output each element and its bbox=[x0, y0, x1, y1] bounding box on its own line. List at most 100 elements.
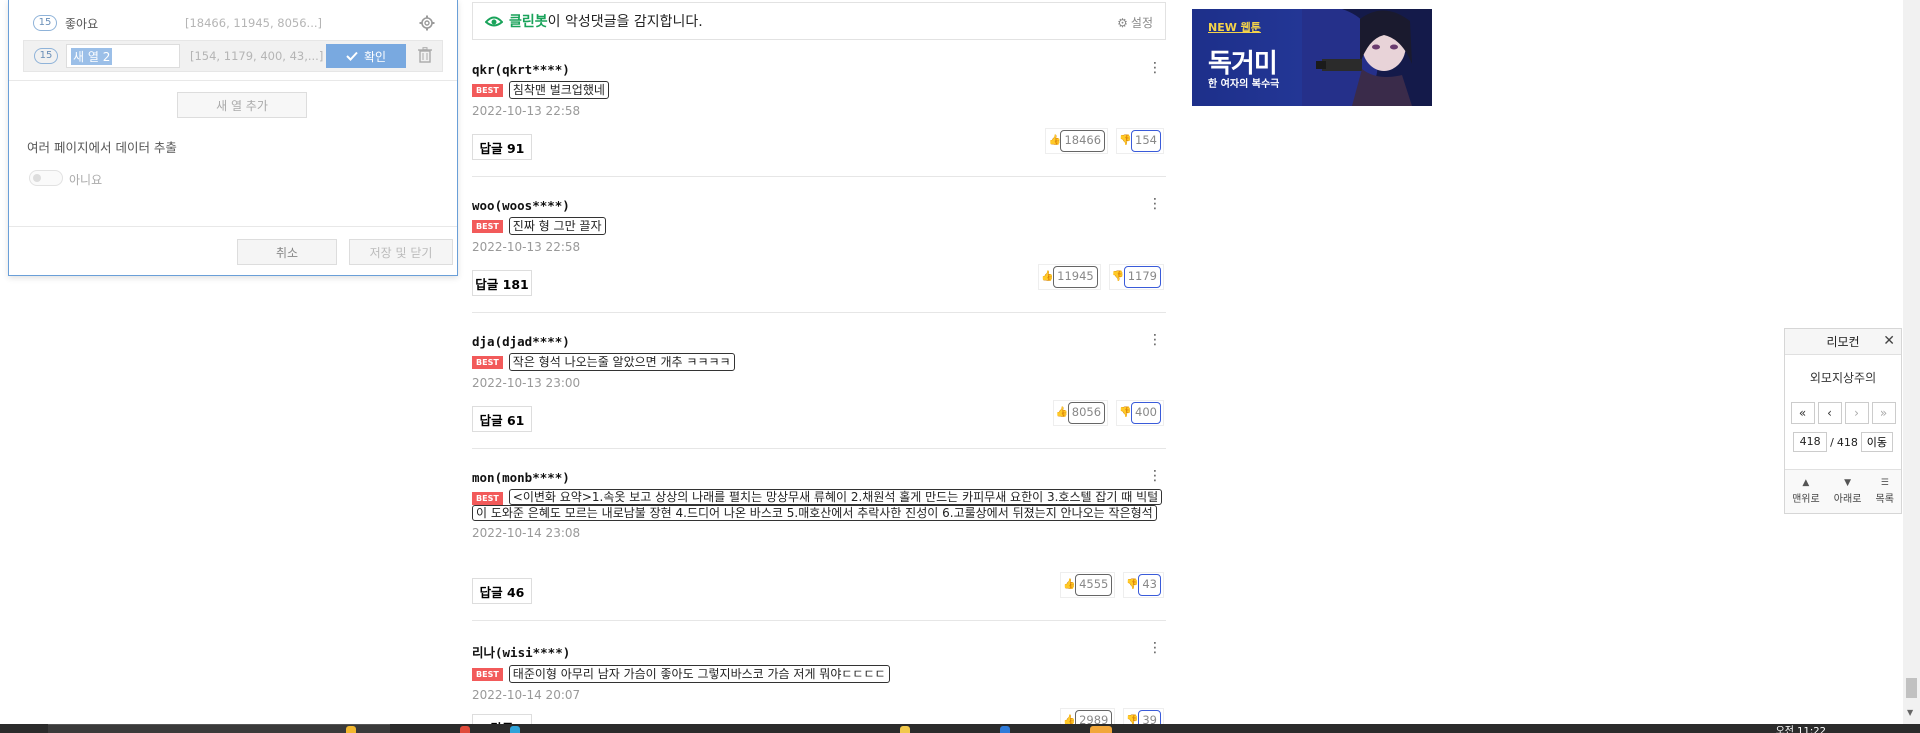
cleanbot-brand: 클린봇 bbox=[509, 14, 548, 30]
dislike-count: 400 bbox=[1131, 402, 1161, 424]
add-column-button[interactable]: 새 열 추가 bbox=[177, 92, 307, 118]
banner-subtitle: 한 여자의 복수극 bbox=[1208, 79, 1280, 90]
comment-text: 진짜 형 그만 끌자 bbox=[508, 217, 606, 235]
like-button[interactable]: 👍 4555 bbox=[1060, 572, 1116, 598]
divider bbox=[472, 312, 1166, 313]
close-icon[interactable]: ✕ bbox=[1883, 333, 1895, 349]
comment-author[interactable]: mon(monb****) bbox=[472, 470, 1166, 485]
app-icon[interactable] bbox=[510, 726, 520, 733]
dislike-count: 1179 bbox=[1123, 266, 1161, 288]
check-icon bbox=[346, 51, 358, 61]
dislike-count: 43 bbox=[1138, 574, 1161, 596]
reply-button[interactable]: 답글 91 bbox=[472, 134, 532, 160]
comment-author[interactable]: qkr(qkrt****) bbox=[472, 62, 1166, 77]
next-page-button[interactable]: › bbox=[1844, 402, 1869, 424]
scroll-down-arrow-icon[interactable]: ▼ bbox=[1907, 708, 1913, 717]
column-preview: [18466, 11945, 8056...] bbox=[185, 16, 322, 30]
multi-page-toggle[interactable] bbox=[29, 170, 63, 186]
best-badge: BEST bbox=[472, 492, 503, 505]
like-count: 4555 bbox=[1075, 574, 1113, 596]
folder-icon[interactable] bbox=[346, 726, 356, 733]
dislike-button[interactable]: 👎 154 bbox=[1116, 128, 1164, 154]
app-icon[interactable] bbox=[1090, 726, 1112, 733]
thumbs-down-icon: 👎 bbox=[1126, 715, 1139, 724]
go-button[interactable]: 이동 bbox=[1860, 432, 1893, 452]
last-page-button[interactable]: » bbox=[1871, 402, 1896, 424]
thumbs-down-icon: 👎 bbox=[1119, 407, 1132, 418]
list-button[interactable]: ☰ 목록 bbox=[1876, 478, 1894, 505]
reply-button[interactable]: 답글 61 bbox=[472, 406, 532, 432]
comment-date: 2022-10-13 22:58 bbox=[472, 240, 581, 254]
prev-page-button[interactable]: ‹ bbox=[1817, 402, 1842, 424]
taskbar-search[interactable] bbox=[48, 724, 390, 733]
divider bbox=[9, 226, 457, 227]
reply-button[interactable]: 답글 181 bbox=[472, 270, 532, 296]
thumbs-up-icon: 👍 bbox=[1055, 407, 1069, 418]
dislike-button[interactable]: 👎 39 bbox=[1123, 708, 1164, 724]
thumbs-down-icon: 👎 bbox=[1126, 579, 1139, 590]
remote-title: 리모컨 bbox=[1826, 335, 1860, 349]
thumbs-up-icon: 👍 bbox=[1048, 135, 1061, 146]
like-button[interactable]: 👍 18466 bbox=[1045, 128, 1109, 154]
divider bbox=[9, 80, 457, 81]
divider bbox=[472, 448, 1166, 449]
comment-date: 2022-10-14 23:08 bbox=[472, 526, 581, 540]
banner-tag: NEW 웹툰 bbox=[1208, 21, 1261, 34]
like-count: 18466 bbox=[1060, 130, 1106, 152]
thumbs-up-icon: 👍 bbox=[1063, 579, 1076, 590]
dislike-count: 39 bbox=[1138, 710, 1161, 724]
app-icon[interactable] bbox=[460, 726, 470, 733]
page-separator: / bbox=[1830, 435, 1834, 449]
reply-button[interactable]: 답글 bbox=[472, 714, 532, 724]
cleanbot-settings-link[interactable]: ⚙ 설정 bbox=[1117, 14, 1153, 31]
save-and-close-button[interactable]: 저장 및 닫기 bbox=[349, 239, 453, 265]
more-options-icon[interactable]: ⋮ bbox=[1148, 469, 1162, 483]
total-pages: 418 bbox=[1836, 435, 1858, 449]
app-icon[interactable] bbox=[1000, 726, 1010, 733]
dislike-button[interactable]: 👎 43 bbox=[1123, 572, 1164, 598]
more-options-icon[interactable]: ⋮ bbox=[1148, 333, 1162, 347]
toggle-label: 아니요 bbox=[69, 173, 103, 187]
triangle-up-icon: ▲ bbox=[1802, 478, 1810, 488]
dislike-button[interactable]: 👎 1179 bbox=[1108, 264, 1164, 290]
more-options-icon[interactable]: ⋮ bbox=[1148, 61, 1162, 75]
best-badge: BEST bbox=[472, 84, 503, 97]
more-options-icon[interactable]: ⋮ bbox=[1148, 197, 1162, 211]
page-scrollbar[interactable]: ▼ bbox=[1903, 0, 1920, 724]
comment-author[interactable]: 리나(wisi****) bbox=[472, 642, 1166, 661]
dislike-button[interactable]: 👎 400 bbox=[1116, 400, 1164, 426]
more-options-icon[interactable]: ⋮ bbox=[1148, 641, 1162, 655]
scroll-top-button[interactable]: ▲ 맨위로 bbox=[1792, 478, 1820, 505]
cancel-button[interactable]: 취소 bbox=[237, 239, 337, 265]
thumbs-down-icon: 👎 bbox=[1119, 135, 1132, 146]
comment-text: 침착맨 벌크업했네 bbox=[508, 81, 609, 99]
comment-item: woo(woos****) ⋮ BEST 진짜 형 그만 끌자 2022-10-1… bbox=[472, 197, 1166, 296]
trash-icon[interactable] bbox=[418, 47, 434, 65]
column-row-likes[interactable]: 15 좋아요 [18466, 11945, 8056...] bbox=[23, 9, 443, 37]
scroll-bottom-button[interactable]: ▼ 아래로 bbox=[1834, 478, 1862, 505]
like-button[interactable]: 👍 8056 bbox=[1052, 400, 1109, 426]
column-row-new[interactable]: 15 새 열 2 [154, 1179, 400, 43,...] 확인 bbox=[23, 40, 443, 72]
like-button[interactable]: 👍 11945 bbox=[1038, 264, 1101, 290]
confirm-button[interactable]: 확인 bbox=[326, 44, 406, 68]
app-icon[interactable] bbox=[900, 726, 910, 733]
comment-author[interactable]: dja(djad****) bbox=[472, 334, 1166, 349]
thumbs-up-icon: 👍 bbox=[1063, 715, 1076, 724]
page-input[interactable]: 418 bbox=[1793, 432, 1828, 452]
banner-illustration bbox=[1302, 9, 1432, 106]
reply-button[interactable]: 답글 46 bbox=[472, 578, 532, 604]
column-name-selected: 새 열 2 bbox=[71, 47, 113, 65]
gear-icon: ⚙ bbox=[1117, 15, 1128, 30]
like-button[interactable]: 👍 2989 bbox=[1060, 708, 1116, 724]
comment-item: dja(djad****) ⋮ BEST 작은 형석 나오는줄 알았으면 개추 ㅋ… bbox=[472, 333, 1166, 432]
comment-author[interactable]: woo(woos****) bbox=[472, 198, 1166, 213]
first-page-button[interactable]: « bbox=[1790, 402, 1815, 424]
column-name-input[interactable]: 새 열 2 bbox=[66, 44, 180, 68]
count-badge: 15 bbox=[33, 15, 57, 31]
scrollbar-thumb[interactable] bbox=[1906, 678, 1917, 698]
gear-icon[interactable] bbox=[419, 15, 435, 31]
webtoon-banner[interactable]: NEW 웹툰 독거미 한 여자의 복수극 bbox=[1192, 9, 1432, 106]
scroll-top-label: 맨위로 bbox=[1792, 494, 1820, 505]
comment-item: mon(monb****) ⋮ BEST <이변화 요약>1.속옷 보고 상상의 … bbox=[472, 469, 1166, 604]
taskbar-clock: 오전 11:22 bbox=[1775, 726, 1826, 733]
